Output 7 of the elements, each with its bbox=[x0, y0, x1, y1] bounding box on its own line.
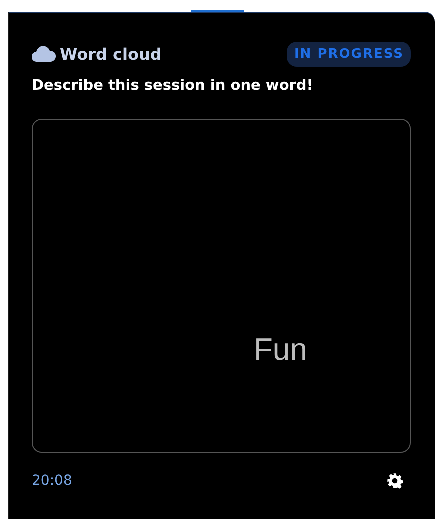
cloud-icon bbox=[32, 46, 56, 62]
settings-icon[interactable] bbox=[387, 473, 403, 489]
cloud-word: Fun bbox=[254, 332, 308, 368]
question-text: Describe this session in one word! bbox=[32, 78, 314, 94]
card-title: Word cloud bbox=[60, 44, 162, 64]
timer-text: 20:08 bbox=[32, 473, 72, 489]
status-badge: IN PROGRESS bbox=[287, 42, 411, 66]
